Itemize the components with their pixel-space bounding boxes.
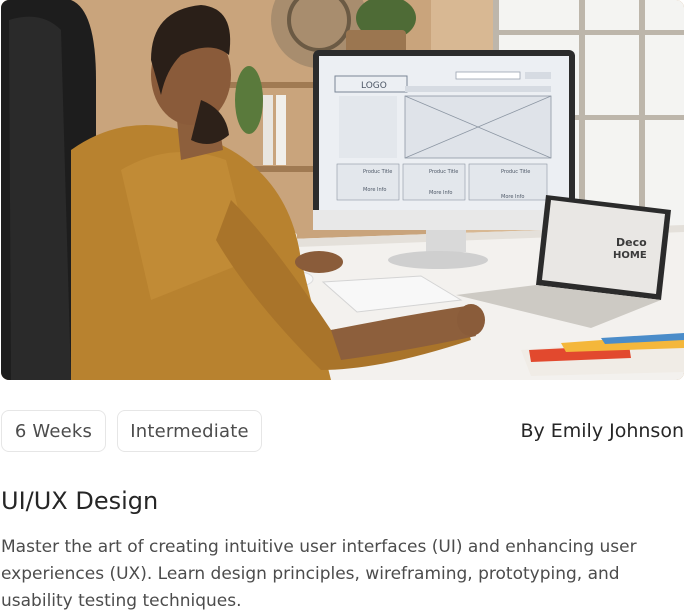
course-description: Master the art of creating intuitive use… (1, 537, 637, 611)
duration-tag: 6 Weeks (1, 410, 106, 452)
course-title: UI/UX Design (1, 487, 159, 515)
author-name: By Emily Johnson (520, 420, 684, 442)
laptop-brand-line2: HOME (613, 250, 647, 261)
course-card[interactable]: LOGO Produc Title Produc Title Produc Ti… (0, 0, 684, 614)
screen-more-info-1: More Info (363, 187, 386, 193)
level-tag: Intermediate (117, 410, 262, 452)
laptop-brand-line1: Deco (616, 236, 647, 249)
screen-logo-text: LOGO (361, 81, 387, 91)
course-image: LOGO Produc Title Produc Title Produc Ti… (1, 0, 684, 380)
screen-more-info-2: More Info (429, 190, 452, 196)
course-photo: LOGO Produc Title Produc Title Produc Ti… (1, 0, 684, 380)
screen-product-title-3: Produc Title (501, 169, 530, 175)
course-meta: 6 Weeks Intermediate By Emily Johnson (0, 410, 684, 454)
screen-more-info-3: More Info (501, 194, 524, 200)
screen-product-title-2: Produc Title (429, 169, 458, 175)
screen-product-title-1: Produc Title (363, 169, 392, 175)
